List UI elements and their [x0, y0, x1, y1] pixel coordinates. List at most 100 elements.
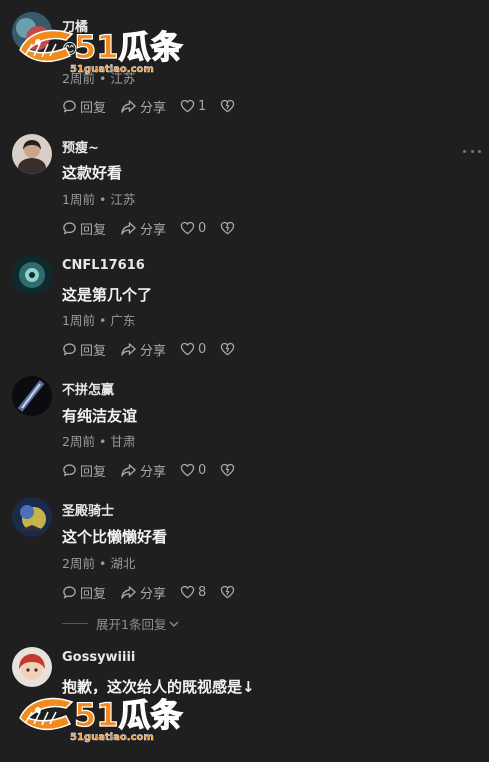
like-button[interactable]: 0: [180, 342, 206, 357]
username[interactable]: 圣殿骑士: [62, 500, 114, 519]
heart-icon: [180, 342, 195, 356]
comment-meta: 2周前 • 湖北: [62, 553, 135, 572]
separator: •: [98, 556, 107, 571]
avatar[interactable]: [12, 134, 52, 174]
share-arrow-icon: [121, 221, 136, 235]
share-label: 分享: [140, 100, 167, 116]
like-button[interactable]: 0: [180, 221, 206, 236]
reply-label: 回复: [80, 100, 107, 116]
heart-icon: [180, 463, 195, 477]
reply-label: 回复: [80, 343, 107, 359]
reply-button[interactable]: 回复: [62, 340, 106, 359]
speech-bubble-icon: [63, 585, 76, 599]
broken-heart-icon: [221, 342, 235, 356]
username[interactable]: CNFL17616: [62, 258, 145, 273]
separator: •: [98, 434, 107, 449]
heart-icon: [180, 221, 195, 235]
broken-heart-icon: [221, 585, 235, 599]
heart-icon: [180, 99, 195, 113]
timestamp: 2周前: [62, 434, 95, 449]
comment-meta: 1周前 • 广东: [62, 310, 135, 329]
share-button[interactable]: 分享: [120, 583, 166, 602]
action-bar: 回复 分享 1: [62, 96, 252, 116]
timestamp: 1周前: [62, 313, 95, 328]
separator: •: [98, 313, 107, 328]
action-bar: 回复 分享 8: [62, 582, 252, 602]
action-bar: 回复 分享 0: [62, 460, 252, 480]
dislike-button[interactable]: [220, 99, 238, 113]
heart-icon: [180, 585, 195, 599]
action-bar: 回复 分享 0: [62, 339, 252, 359]
comment-text: 这款好看: [62, 164, 123, 182]
avatar[interactable]: [12, 376, 52, 416]
divider: [62, 623, 88, 624]
like-count: 0: [198, 341, 207, 357]
comment-text: 这个比懒懒好看: [62, 528, 168, 546]
comment-meta: 1周前 • 江苏: [62, 189, 135, 208]
reply-button[interactable]: 回复: [62, 219, 106, 238]
speech-bubble-icon: [63, 221, 76, 235]
dislike-button[interactable]: [220, 221, 238, 235]
timestamp: 1周前: [62, 192, 95, 207]
reply-label: 回复: [80, 586, 107, 602]
location: 湖北: [110, 556, 136, 571]
location: 甘肃: [110, 434, 136, 449]
reply-label: 回复: [80, 464, 107, 480]
share-label: 分享: [140, 586, 167, 602]
share-arrow-icon: [121, 99, 136, 113]
dislike-button[interactable]: [220, 463, 238, 477]
speech-bubble-icon: [63, 99, 76, 113]
share-arrow-icon: [121, 342, 136, 356]
avatar[interactable]: [12, 497, 52, 537]
watermark-logo: 51瓜条 51guatiao.com: [16, 20, 188, 84]
like-count: 0: [198, 220, 207, 236]
expand-replies-label: 展开1条回复: [96, 617, 167, 632]
chevron-down-icon: [169, 621, 179, 627]
username[interactable]: 不拼怎赢: [62, 379, 114, 398]
share-arrow-icon: [121, 463, 136, 477]
reply-button[interactable]: 回复: [62, 461, 106, 480]
like-button[interactable]: 1: [180, 99, 206, 114]
like-count: 0: [198, 462, 207, 478]
broken-heart-icon: [221, 221, 235, 235]
like-count: 1: [198, 98, 207, 114]
share-label: 分享: [140, 343, 167, 359]
speech-bubble-icon: [63, 342, 76, 356]
comment-text: 有纯洁友谊: [62, 407, 138, 425]
broken-heart-icon: [221, 99, 235, 113]
watermark-brand: 51瓜条: [74, 696, 183, 734]
broken-heart-icon: [221, 463, 235, 477]
dislike-button[interactable]: [220, 342, 238, 356]
speech-bubble-icon: [63, 463, 76, 477]
share-button[interactable]: 分享: [120, 219, 166, 238]
more-dots-icon[interactable]: [463, 150, 481, 154]
action-bar: 回复 分享 0: [62, 218, 252, 238]
comment-meta: 2周前 • 甘肃: [62, 431, 135, 450]
share-button[interactable]: 分享: [120, 340, 166, 359]
reply-button[interactable]: 回复: [62, 583, 106, 602]
watermark-brand: 51瓜条: [74, 28, 183, 66]
avatar[interactable]: [12, 647, 52, 687]
share-arrow-icon: [121, 585, 136, 599]
expand-replies-button[interactable]: 展开1条回复: [62, 614, 180, 633]
watermark-url: 51guatiao.com: [70, 732, 154, 743]
dislike-button[interactable]: [220, 585, 238, 599]
share-button[interactable]: 分享: [120, 461, 166, 480]
username[interactable]: Gossywiiii: [62, 650, 135, 665]
separator: •: [98, 192, 107, 207]
share-label: 分享: [140, 222, 167, 238]
avatar[interactable]: [12, 255, 52, 295]
share-button[interactable]: 分享: [120, 97, 166, 116]
watermark-url: 51guatiao.com: [70, 64, 154, 75]
like-button[interactable]: 8: [180, 585, 206, 600]
location: 广东: [110, 313, 136, 328]
comment-text: 这是第几个了: [62, 286, 153, 304]
reply-label: 回复: [80, 222, 107, 238]
watermark-logo: 51瓜条 51guatiao.com: [16, 688, 188, 752]
timestamp: 2周前: [62, 556, 95, 571]
like-count: 8: [198, 584, 207, 600]
location: 江苏: [110, 192, 136, 207]
reply-button[interactable]: 回复: [62, 97, 106, 116]
username[interactable]: 预瘦~: [62, 137, 99, 156]
like-button[interactable]: 0: [180, 463, 206, 478]
